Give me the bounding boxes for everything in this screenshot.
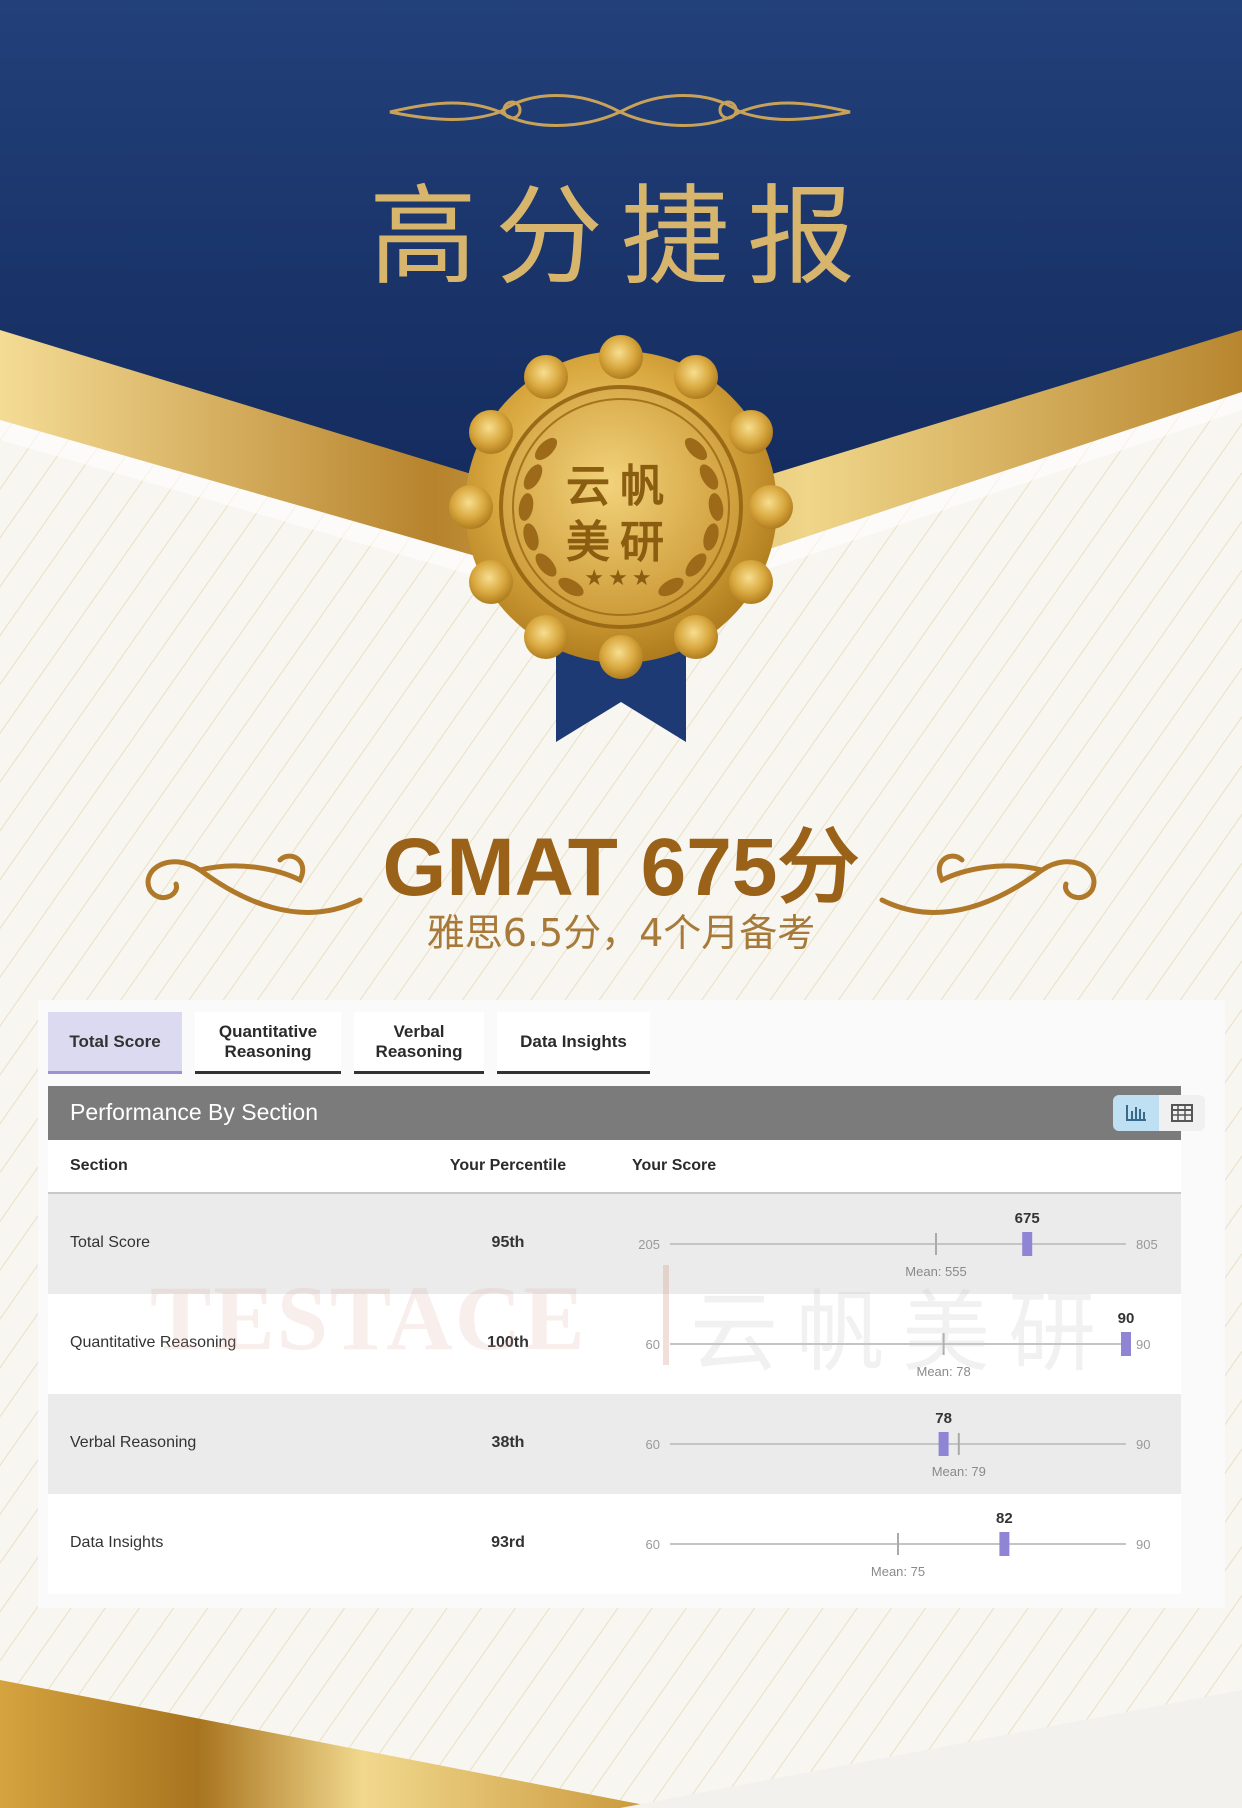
axis-min-label: 60 (646, 1337, 660, 1352)
score-subtitle: 雅思6.5分，4个月备考 (426, 911, 816, 955)
tab-total-score[interactable]: Total Score (48, 1012, 182, 1074)
score-marker (1022, 1232, 1033, 1256)
score-range-chart: 60 90 Mean: 79 78 (646, 1410, 1151, 1479)
axis-min-label: 60 (646, 1437, 660, 1452)
axis-max-label: 90 (1136, 1437, 1150, 1452)
table-column-headers: Section Your Percentile Your Score (48, 1140, 1181, 1194)
score-value-label: 78 (935, 1410, 952, 1427)
tab-label: Data Insights (520, 1031, 627, 1051)
table-view-button[interactable] (1159, 1095, 1205, 1131)
score-value-label: 82 (996, 1510, 1013, 1527)
medal-text-bottom: 美研 (566, 517, 674, 568)
axis-max-label: 805 (1136, 1237, 1158, 1252)
mean-label: Mean: 79 (932, 1464, 986, 1479)
column-header-score: Your Score (632, 1157, 717, 1174)
score-value-label: 675 (1015, 1210, 1040, 1227)
tab-data-insights[interactable]: Data Insights (497, 1012, 650, 1074)
tab-verbal-reasoning[interactable]: Verbal Reasoning (354, 1012, 484, 1074)
score-marker (938, 1432, 949, 1456)
hero-title: 高分捷报 (368, 175, 873, 300)
watermark-divider (663, 1265, 669, 1365)
score-marker (1121, 1332, 1131, 1356)
panel-header: Performance By Section (48, 1086, 1205, 1140)
panel-title: Performance By Section (70, 1099, 319, 1125)
column-header-section: Section (70, 1157, 128, 1174)
table-row: Data Insights 93rd 60 90 Mean: 75 82 (48, 1494, 1181, 1594)
score-marker (999, 1532, 1010, 1556)
score-value-label: 90 (1118, 1310, 1135, 1327)
watermark-text: TESTACE (150, 1267, 587, 1369)
axis-max-label: 90 (1136, 1537, 1150, 1552)
axis-min-label: 205 (638, 1237, 660, 1252)
tab-label: Total Score (69, 1031, 161, 1051)
watermark-text-chinese: 云帆美研 (690, 1281, 1115, 1384)
axis-max-label: 90 (1136, 1337, 1150, 1352)
tab-label: Quantitative Reasoning (218, 1021, 318, 1061)
tab-label: Verbal Reasoning (375, 1021, 463, 1061)
column-header-percentile: Your Percentile (449, 1157, 567, 1174)
bar-chart-icon (1126, 1105, 1146, 1121)
axis-min-label: 60 (646, 1537, 660, 1552)
chart-view-button[interactable] (1113, 1095, 1159, 1131)
mean-label: Mean: 75 (871, 1564, 925, 1579)
table-row: Verbal Reasoning 38th 60 90 Mean: 79 78 (48, 1394, 1181, 1494)
medal-stars-icon: ★★★ (584, 566, 656, 591)
score-range-chart: 60 90 Mean: 75 82 (646, 1510, 1151, 1579)
medal-text-top: 云帆 (566, 461, 674, 512)
tab-quantitative-reasoning[interactable]: Quantitative Reasoning (195, 1012, 341, 1074)
table-icon (1171, 1104, 1193, 1122)
